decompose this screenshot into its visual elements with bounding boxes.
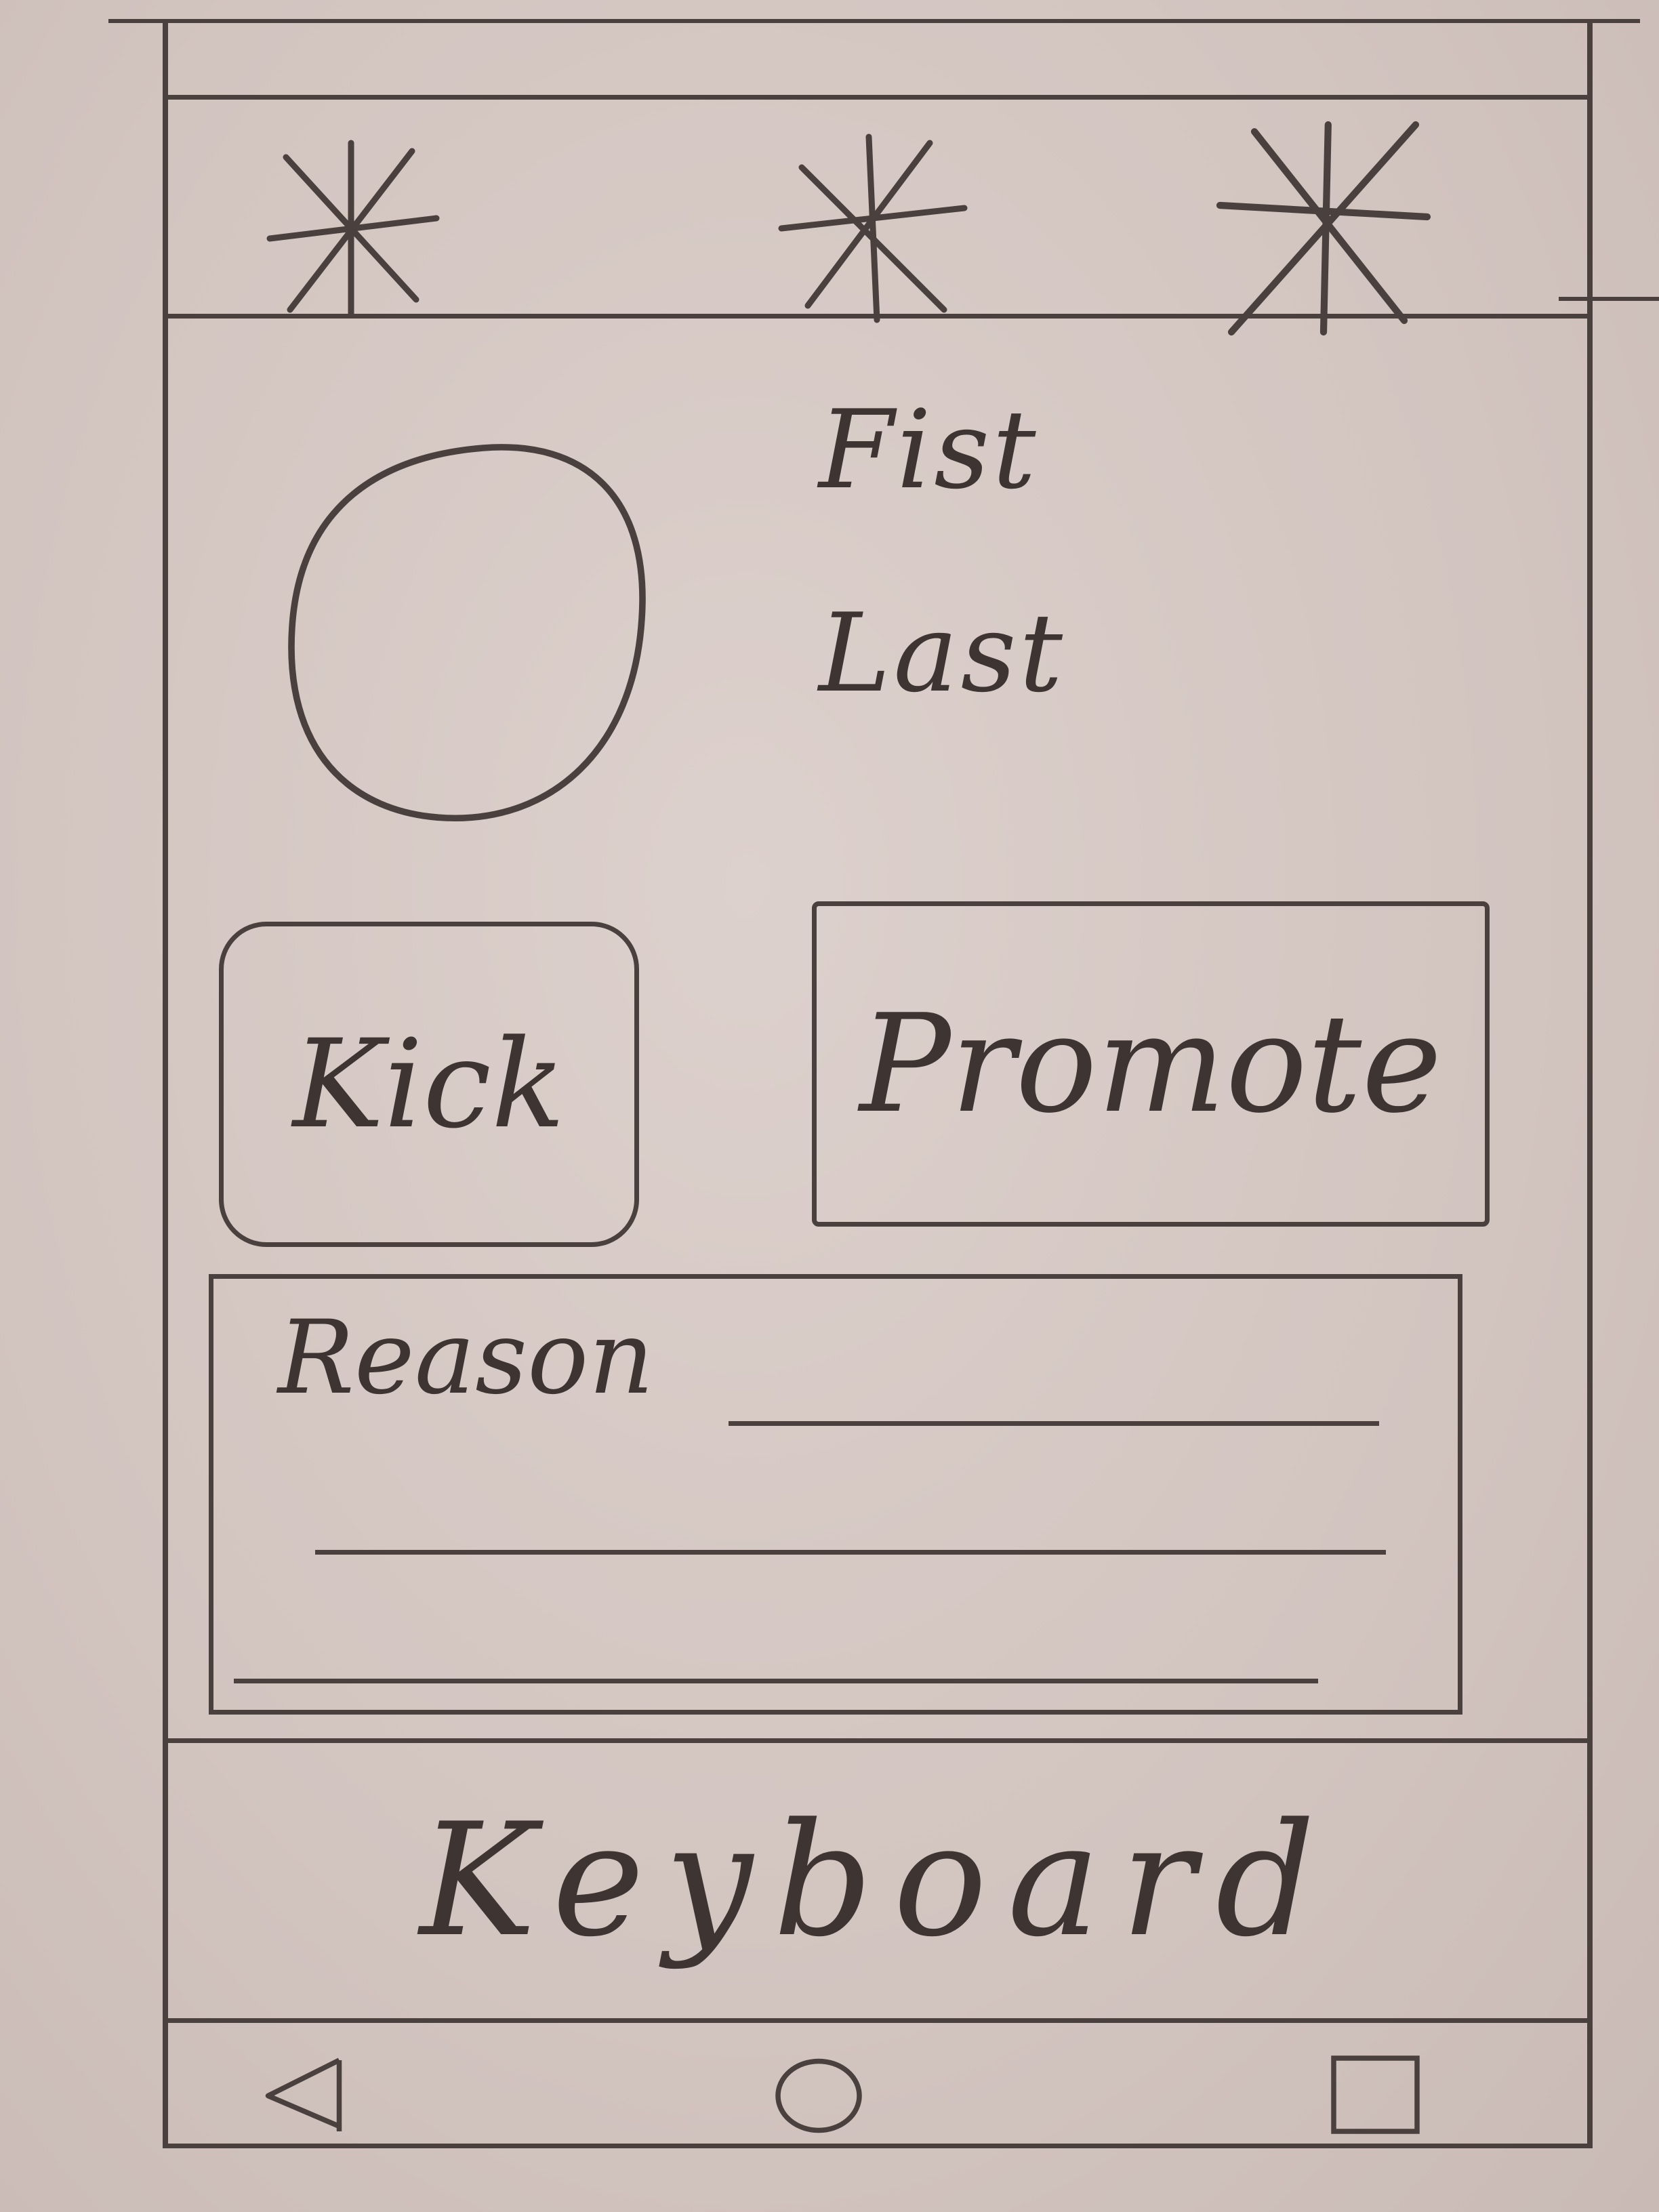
asterisk-icon — [1216, 121, 1431, 336]
tab-3[interactable] — [1198, 113, 1449, 344]
reason-line — [234, 1679, 1318, 1683]
recents-button[interactable] — [1320, 2040, 1429, 2142]
reason-line — [315, 1550, 1386, 1555]
triangle-back-icon — [265, 2057, 342, 2131]
reason-line — [729, 1421, 1379, 1426]
promote-button[interactable]: Promote — [812, 901, 1490, 1227]
sketch-top-line — [108, 0, 1640, 23]
home-button[interactable] — [764, 2040, 873, 2142]
back-button[interactable] — [249, 2040, 358, 2142]
square-recents-icon — [1331, 2055, 1420, 2134]
keyboard-label: Keyboard — [419, 1790, 1336, 1971]
circle-home-icon — [775, 2058, 862, 2133]
last-name: Last — [819, 590, 1066, 716]
tab-bar — [168, 95, 1587, 336]
reason-input[interactable]: Reason — [209, 1274, 1462, 1715]
avatar-circle-icon — [288, 444, 646, 821]
asterisk-icon — [266, 140, 440, 317]
tab-1[interactable] — [249, 127, 453, 330]
avatar — [260, 417, 666, 837]
phone-frame: Fist Last Kick Promote Reason Keyboard — [163, 20, 1593, 2148]
tab-2[interactable] — [771, 127, 975, 330]
kick-button[interactable]: Kick — [219, 922, 639, 1247]
asterisk-icon — [778, 134, 968, 323]
nav-bar — [168, 2030, 1587, 2138]
reason-label: Reason — [278, 1299, 655, 1417]
first-name: Fist — [819, 386, 1039, 513]
keyboard-area[interactable]: Keyboard — [168, 1738, 1587, 2023]
